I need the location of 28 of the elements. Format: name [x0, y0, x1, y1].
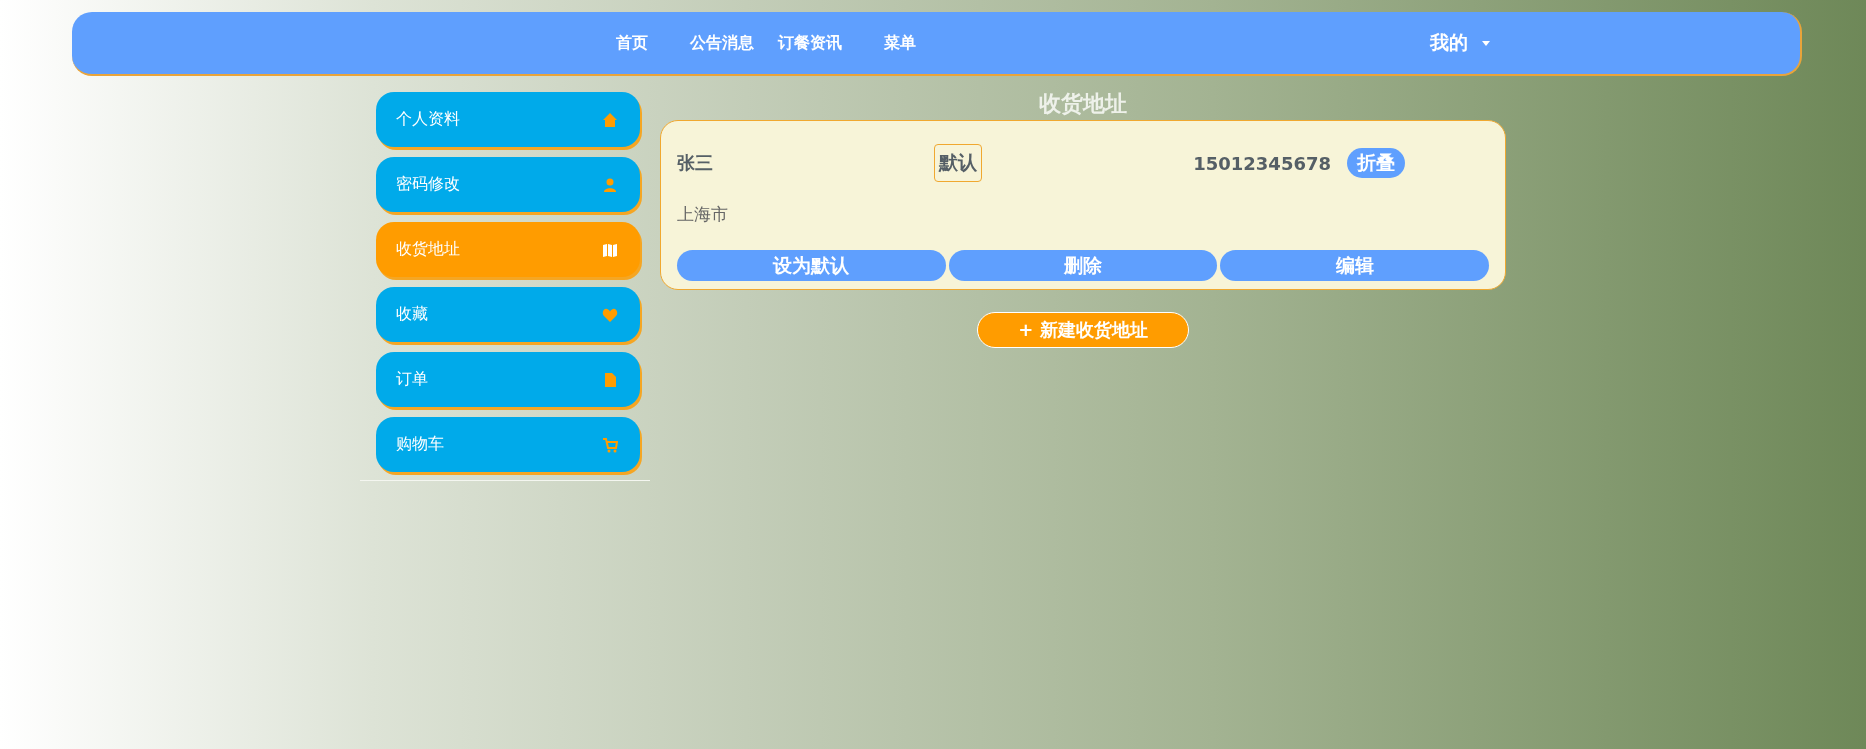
nav-link[interactable]: 订餐资讯	[766, 32, 854, 54]
caret-icon[interactable]	[1482, 40, 1490, 46]
sidebar-item[interactable]: 收货地址	[376, 222, 640, 277]
address-text: 上海市	[677, 203, 729, 226]
collapse-button[interactable]: 折叠	[1347, 148, 1405, 178]
action-button[interactable]: 删除	[948, 250, 1218, 281]
nav-link[interactable]: 首页	[604, 32, 660, 54]
home-icon	[602, 111, 618, 128]
action-button[interactable]: 设为默认	[677, 250, 946, 281]
recipient-name: 张三	[677, 151, 714, 175]
nav-link[interactable]: 菜单	[872, 32, 928, 54]
map-icon	[602, 241, 618, 258]
sidebar-item[interactable]: 个人资料	[376, 92, 640, 147]
page-title: 收货地址	[1039, 90, 1127, 118]
sidebar-item[interactable]: 收藏	[376, 287, 640, 342]
cart-icon	[602, 436, 618, 453]
sidebar-item[interactable]: 订单	[376, 352, 640, 407]
user-menu[interactable]: 我的	[1430, 30, 1468, 56]
default-tag: 默认	[934, 144, 982, 182]
heart-icon	[602, 306, 618, 323]
sidebar-item[interactable]: 密码修改	[376, 157, 640, 212]
user-icon	[602, 176, 618, 193]
file-icon	[602, 371, 618, 388]
sidebar-item[interactable]: 购物车	[376, 417, 640, 472]
nav-link[interactable]: 公告消息	[678, 32, 766, 54]
new-address-button[interactable]: + 新建收货地址	[977, 312, 1189, 348]
action-button[interactable]: 编辑	[1220, 250, 1489, 281]
phone-number: 15012345678	[1193, 152, 1331, 174]
